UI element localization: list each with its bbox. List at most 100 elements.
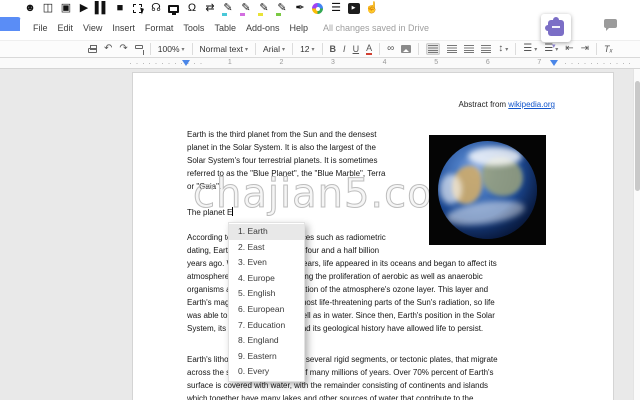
- comment-icon[interactable]: [604, 19, 617, 28]
- abstract-line: Abstract from wikipedia.org: [459, 100, 556, 109]
- speak-person-icon[interactable]: ☻: [23, 2, 36, 16]
- zoom-select[interactable]: 100%▾: [158, 44, 185, 54]
- autocomplete-item[interactable]: 5. English: [229, 286, 304, 302]
- print-icon[interactable]: [88, 45, 97, 53]
- vertical-scrollbar[interactable]: [633, 69, 640, 400]
- insert-link-icon[interactable]: ∞: [387, 44, 394, 54]
- toolbar-divider: [379, 43, 380, 55]
- pause-icon[interactable]: ▌▌: [95, 2, 108, 16]
- ruler-number: 1: [204, 59, 256, 66]
- earth-globe: [438, 141, 537, 239]
- bold-button[interactable]: B: [330, 45, 337, 54]
- paint-format-icon[interactable]: [135, 45, 143, 54]
- headphones-icon[interactable]: Ω: [185, 2, 198, 16]
- picture-icon[interactable]: ▣: [59, 2, 72, 16]
- ruler-number: 2: [256, 59, 308, 66]
- toolbar-divider: [255, 43, 256, 55]
- play-icon[interactable]: ▶: [77, 2, 90, 16]
- toolbar-divider: [596, 43, 597, 55]
- list-icon[interactable]: ☰: [329, 2, 342, 16]
- autocomplete-item[interactable]: 2. East: [229, 240, 304, 256]
- select-area-icon[interactable]: [131, 2, 144, 16]
- ruler-number: 4: [359, 59, 411, 66]
- autocomplete-item[interactable]: 3. Even: [229, 255, 304, 271]
- autocomplete-item[interactable]: 6. European: [229, 302, 304, 318]
- wikipedia-link[interactable]: wikipedia.org: [508, 100, 555, 109]
- abstract-text: Abstract from: [459, 100, 509, 109]
- indent-icon[interactable]: ⇥: [581, 44, 589, 54]
- doc-line: which together have many lakes and other…: [187, 392, 498, 400]
- autocomplete-item[interactable]: 7. Education: [229, 318, 304, 334]
- numbered-list-icon[interactable]: ☰▾: [523, 44, 537, 54]
- insert-image-icon[interactable]: [401, 45, 411, 53]
- menu-item[interactable]: View: [83, 23, 102, 33]
- shuffle-icon[interactable]: ⇄: [203, 2, 216, 16]
- line-spacing-icon[interactable]: ↕▾: [498, 44, 508, 54]
- autocomplete-item[interactable]: 9. Eastern: [229, 349, 304, 365]
- doc-line: Solar System's four terrestrial planets.…: [187, 154, 385, 167]
- toolbar-divider: [515, 43, 516, 55]
- right-margin-marker[interactable]: [550, 60, 558, 66]
- autocomplete-item[interactable]: 4. Europe: [229, 271, 304, 287]
- ruler-number: 3: [307, 59, 359, 66]
- menu-item[interactable]: Table: [214, 23, 236, 33]
- video-box-icon[interactable]: ▶: [347, 2, 360, 16]
- hand-icon[interactable]: ☝: [365, 2, 378, 16]
- extension-callout[interactable]: [541, 14, 571, 42]
- toolbar-divider: [418, 43, 419, 55]
- highlighter-green-icon[interactable]: ✎: [275, 2, 288, 16]
- google-docs-window: ☻ ◫ ▣ ▶ ▌▌ ■ ☊ Ω ⇄ ✎ ✎ ✎ ✎ ✒ ☰ ▶ ☝ File Edit View Insert For…: [0, 0, 640, 400]
- autocomplete-item[interactable]: 0. Every: [229, 364, 304, 380]
- outdent-icon[interactable]: ⇤: [565, 44, 573, 54]
- toolbar-divider: [150, 43, 151, 55]
- highlighter-yellow-icon[interactable]: ✎: [257, 2, 270, 16]
- undo-icon[interactable]: ↶: [104, 44, 112, 54]
- font-select[interactable]: Arial▾: [263, 44, 285, 54]
- announcer-icon[interactable]: ☊: [149, 2, 162, 16]
- ruler: 1234567: [0, 58, 640, 69]
- align-justify-icon[interactable]: [481, 45, 491, 53]
- menu-item[interactable]: Edit: [58, 23, 74, 33]
- italic-button[interactable]: I: [343, 45, 346, 54]
- document-page[interactable]: Abstract from wikipedia.org Earth is the…: [132, 72, 614, 400]
- autocomplete-dropdown: 1. Earth2. East3. Even4. Europe5. Englis…: [228, 222, 305, 382]
- callout-caret-icon: ▾: [552, 42, 556, 50]
- doc-line: Earth is the third planet from the Sun a…: [187, 128, 385, 141]
- text-color-button[interactable]: A: [366, 44, 372, 55]
- menu-item[interactable]: File: [33, 23, 48, 33]
- monitor-icon[interactable]: [167, 2, 180, 16]
- document-canvas: Abstract from wikipedia.org Earth is the…: [0, 69, 640, 400]
- highlighter-cyan-icon[interactable]: ✎: [221, 2, 234, 16]
- menu-item[interactable]: Insert: [112, 23, 135, 33]
- align-center-icon[interactable]: [447, 45, 457, 53]
- toolbar-divider: [292, 43, 293, 55]
- underline-button[interactable]: U: [353, 45, 360, 54]
- styles-select[interactable]: Normal text▾: [200, 44, 248, 54]
- earth-image[interactable]: [429, 135, 546, 245]
- ruler-number: 5: [410, 59, 462, 66]
- puzzle-extension-icon[interactable]: [548, 20, 564, 36]
- stop-icon[interactable]: ■: [113, 2, 126, 16]
- align-left-icon[interactable]: [426, 43, 440, 55]
- menu-item[interactable]: Tools: [183, 23, 204, 33]
- stamp-pen-icon[interactable]: ✒: [293, 2, 306, 16]
- menu-item[interactable]: Format: [145, 23, 174, 33]
- book-icon[interactable]: ◫: [41, 2, 54, 16]
- scrollbar-thumb[interactable]: [635, 81, 640, 191]
- docs-logo-fragment: [0, 17, 21, 31]
- highlighter-magenta-icon[interactable]: ✎: [239, 2, 252, 16]
- save-status: All changes saved in Drive: [323, 23, 429, 33]
- autocomplete-item[interactable]: 1. Earth: [229, 224, 304, 240]
- autocomplete-item[interactable]: 8. England: [229, 333, 304, 349]
- align-right-icon[interactable]: [464, 45, 474, 53]
- font-size-select[interactable]: 12▾: [300, 44, 314, 54]
- menu-item[interactable]: Add-ons: [246, 23, 280, 33]
- menu-item[interactable]: Help: [289, 23, 308, 33]
- format-toolbar: ↶↷100%▾Normal text▾Arial▾12▾BIUA∞↕▾☰▾☰▾⇤…: [0, 40, 640, 58]
- doc-line: planet in the Solar System. It is also t…: [187, 141, 385, 154]
- left-margin-marker[interactable]: [182, 60, 190, 66]
- redo-icon[interactable]: ↷: [119, 44, 127, 54]
- clear-formatting-icon[interactable]: Tₓ: [604, 45, 613, 54]
- toolbar-divider: [322, 43, 323, 55]
- pinwheel-icon[interactable]: [311, 2, 324, 16]
